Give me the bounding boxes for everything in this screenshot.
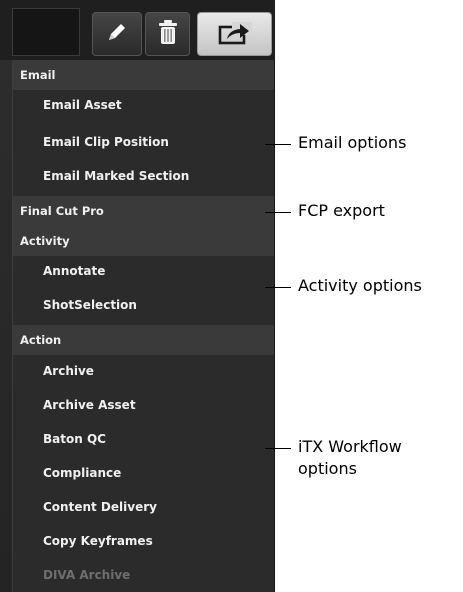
callout-line-email	[265, 144, 291, 145]
delete-button[interactable]	[145, 12, 190, 56]
menu-item-compliance[interactable]: Compliance	[13, 458, 274, 488]
menu-item-baton-qc[interactable]: Baton QC	[13, 424, 274, 454]
menu-item-archive[interactable]: Archive	[13, 356, 274, 386]
menu-item-email-marked-section[interactable]: Email Marked Section	[13, 161, 274, 191]
menu-item-email-asset[interactable]: Email Asset	[13, 90, 274, 120]
toolbar	[0, 0, 275, 60]
menu-item-archive-asset[interactable]: Archive Asset	[13, 390, 274, 420]
menu-item-email-clip-position[interactable]: Email Clip Position	[13, 127, 274, 157]
menu-header-action: Action	[13, 325, 274, 355]
menu-item-diva-archive: DIVA Archive	[43, 568, 131, 582]
menu-item-shotselection[interactable]: ShotSelection	[13, 290, 274, 320]
callout-email-options: Email options	[298, 133, 407, 152]
share-button[interactable]	[197, 12, 272, 56]
callout-fcp-export: FCP export	[298, 201, 385, 220]
menu-header-email: Email	[13, 60, 274, 90]
callout-line-activity	[265, 287, 291, 288]
share-icon	[218, 19, 252, 49]
callout-line-itx	[265, 448, 291, 449]
trash-icon	[158, 19, 178, 49]
menu-item-annotate[interactable]: Annotate	[13, 256, 274, 286]
toolbar-dark-panel	[12, 8, 80, 56]
menu-item-copy-keyframes[interactable]: Copy Keyframes	[13, 526, 274, 556]
window-background-strip	[0, 0, 12, 592]
menu-item-final-cut-pro[interactable]: Final Cut Pro	[13, 196, 274, 226]
callout-line-fcp	[265, 212, 291, 213]
menu-item-content-delivery[interactable]: Content Delivery	[13, 492, 274, 522]
callout-activity-options: Activity options	[298, 276, 422, 295]
callout-itx-workflow: iTX Workflow	[298, 437, 402, 456]
edit-button[interactable]	[92, 12, 142, 56]
callout-itx-options: options	[298, 459, 357, 478]
share-menu: Email Email Asset Email Clip Position Em…	[12, 60, 275, 592]
menu-header-activity: Activity	[13, 226, 274, 256]
pencil-icon	[105, 20, 129, 48]
